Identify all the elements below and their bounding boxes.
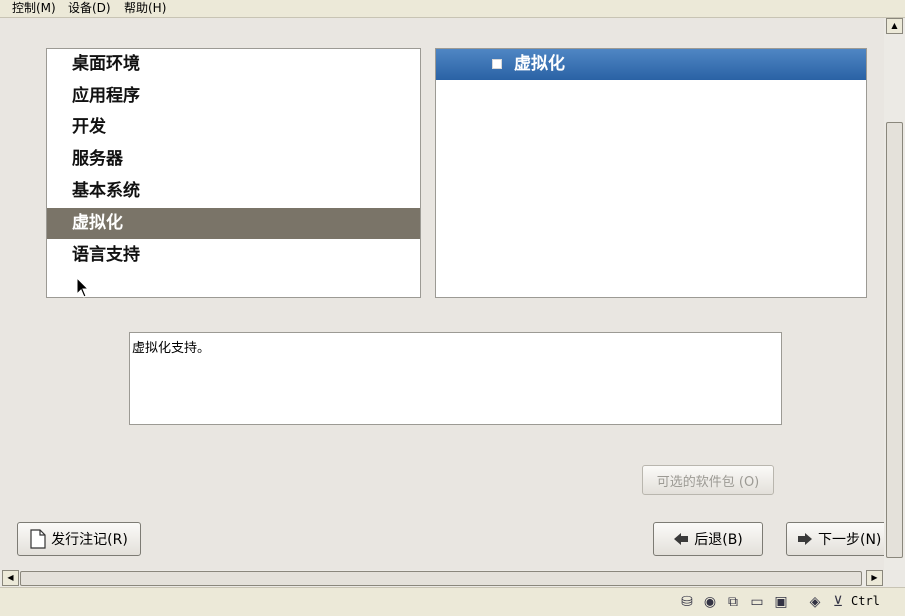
description-box: 虚拟化支持。: [129, 332, 782, 425]
description-text: 虚拟化支持。: [132, 341, 211, 356]
document-icon: [30, 529, 46, 549]
next-button[interactable]: 下一步(N): [786, 522, 890, 556]
menu-control[interactable]: 控制(M): [10, 0, 58, 17]
mouse-capture-icon[interactable]: ◈: [806, 593, 824, 611]
horizontal-scroll-thumb[interactable]: [20, 571, 862, 586]
host-menubar: 控制(M) 设备(D) 帮助(H): [0, 0, 905, 18]
back-label: 后退(B): [694, 532, 743, 548]
vertical-scroll-thumb[interactable]: [886, 122, 903, 558]
installer-screen: 桌面环境 应用程序 开发 服务器 基本系统 虚拟化 语言支持 虚拟化 虚拟化支持…: [0, 18, 890, 570]
vertical-scrollbar[interactable]: ▲: [884, 18, 905, 570]
next-label: 下一步(N): [818, 532, 882, 548]
host-statusbar: ⛁ ◉ ⧉ ▭ ▣ ◈ ⊻ Ctrl: [0, 587, 905, 616]
category-item-virtualization[interactable]: 虚拟化: [47, 208, 420, 239]
category-item-applications[interactable]: 应用程序: [47, 81, 420, 112]
arrow-right-icon: [798, 533, 812, 545]
category-item-desktop[interactable]: 桌面环境: [47, 49, 420, 80]
scroll-left-button[interactable]: ◀: [2, 570, 19, 586]
category-item-development[interactable]: 开发: [47, 112, 420, 143]
menu-devices[interactable]: 设备(D): [66, 0, 113, 17]
menu-help[interactable]: 帮助(H): [122, 0, 168, 17]
category-item-languages[interactable]: 语言支持: [47, 240, 420, 271]
folder-icon[interactable]: ▭: [748, 593, 766, 611]
host-key-label: Ctrl: [851, 594, 880, 608]
category-list: 桌面环境 应用程序 开发 服务器 基本系统 虚拟化 语言支持: [46, 48, 421, 298]
optional-packages-label: 可选的软件包 (O): [656, 474, 760, 490]
optional-packages-button[interactable]: 可选的软件包 (O): [642, 465, 774, 495]
category-item-base-system[interactable]: 基本系统: [47, 176, 420, 207]
category-item-servers[interactable]: 服务器: [47, 144, 420, 175]
hard-disk-icon[interactable]: ⛁: [678, 593, 696, 611]
scroll-right-button[interactable]: ▶: [866, 570, 883, 586]
group-list: 虚拟化: [435, 48, 867, 298]
horizontal-scrollbar[interactable]: ◀ ▶: [0, 570, 884, 587]
group-checkbox[interactable]: [492, 59, 502, 69]
scroll-up-button[interactable]: ▲: [886, 18, 903, 34]
group-label: 虚拟化: [514, 54, 565, 74]
host-key-arrow-icon: ⊻: [832, 594, 844, 610]
display-icon[interactable]: ▣: [772, 593, 790, 611]
release-notes-label: 发行注记(R): [51, 532, 128, 548]
release-notes-button[interactable]: 发行注记(R): [17, 522, 141, 556]
arrow-left-icon: [674, 533, 689, 545]
back-button[interactable]: 后退(B): [653, 522, 763, 556]
group-row-virtualization[interactable]: 虚拟化: [436, 49, 866, 80]
cd-icon[interactable]: ◉: [701, 593, 719, 611]
mouse-pointer-icon: [76, 277, 90, 298]
network-icon[interactable]: ⧉: [724, 593, 742, 611]
